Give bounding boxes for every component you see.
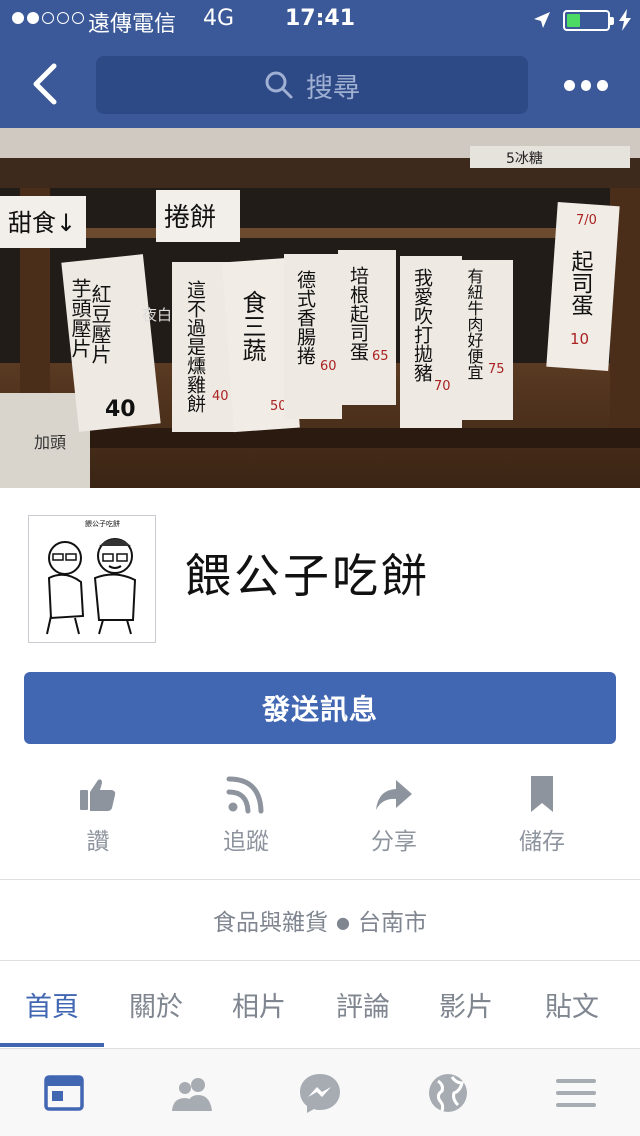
cover-sign-sweets: 甜食↓	[8, 209, 76, 237]
follow-button[interactable]: 追蹤	[186, 770, 306, 860]
svg-text:這不過是燻雞餅: 這不過是燻雞餅	[184, 280, 206, 413]
page-actions: 讚 追蹤 分享 儲存	[0, 770, 640, 860]
cover-menu-card-4: 德式香腸捲 60	[284, 254, 342, 419]
cover-night-text: 夜白	[142, 306, 172, 324]
share-label: 分享	[371, 829, 417, 855]
notifications-tab[interactable]	[426, 1071, 470, 1115]
globe-notifications-icon	[429, 1074, 467, 1112]
search-placeholder: 搜尋	[306, 72, 360, 104]
page-location[interactable]: 台南市	[358, 910, 427, 936]
tab-posts[interactable]: 貼文	[520, 985, 624, 1024]
messenger-icon	[300, 1074, 340, 1113]
divider	[0, 879, 640, 880]
profile-caption: 餵公子吃餅	[85, 519, 120, 528]
cover-sign-wraps: 捲餅	[164, 203, 216, 233]
cover-menu-card-5: 培根起司蛋 65	[338, 250, 396, 405]
cover-menu-card-6: 我愛吹打拋豬 70	[400, 256, 462, 428]
svg-text:7/0: 7/0	[576, 213, 597, 228]
rss-follow-icon	[226, 776, 264, 814]
svg-text:40: 40	[212, 389, 229, 404]
battery-icon	[563, 10, 614, 31]
svg-text:培根起司蛋: 培根起司蛋	[347, 266, 369, 361]
charging-bolt-icon	[619, 9, 631, 31]
cover-sign-bottom-left: 加頭	[34, 433, 66, 452]
bottom-navigation	[0, 1048, 640, 1136]
svg-text:60: 60	[320, 359, 337, 374]
top-bar: 遠傳電信 4G 17:41 搜尋	[0, 0, 640, 128]
cover-board-text: 5冰糖	[506, 151, 543, 167]
page-profile-picture[interactable]: 餵公子吃餅	[28, 515, 156, 643]
svg-text:40: 40	[105, 397, 136, 422]
svg-text:食三蔬: 食三蔬	[238, 290, 266, 362]
svg-text:65: 65	[372, 349, 389, 364]
bookmark-icon	[531, 776, 553, 812]
cover-menu-card-7: 有紐牛肉好便宜 75	[455, 260, 513, 420]
tab-videos[interactable]: 影片	[414, 985, 518, 1024]
tab-reviews[interactable]: 評論	[311, 985, 415, 1024]
svg-text:起司蛋: 起司蛋	[568, 250, 594, 316]
svg-text:75: 75	[488, 362, 505, 377]
cover-photo[interactable]: 加頭 5冰糖 甜食↓ 捲餅 紅豆壓片 芋頭壓片 40 這不過是燻雞餅 40 食三…	[0, 128, 640, 488]
share-button[interactable]: 分享	[334, 770, 454, 860]
like-label: 讚	[86, 829, 110, 855]
battery-level	[567, 14, 580, 27]
save-button[interactable]: 儲存	[482, 770, 602, 860]
tab-about[interactable]: 關於	[104, 985, 208, 1024]
page-tabs: 首頁 關於 相片 評論 影片 貼文	[0, 985, 640, 1047]
svg-text:芋頭壓片: 芋頭壓片	[68, 278, 92, 358]
news-feed-icon	[44, 1075, 84, 1111]
active-tab-indicator	[0, 1043, 104, 1047]
friends-tab[interactable]	[170, 1071, 214, 1115]
messenger-tab[interactable]	[298, 1071, 342, 1115]
status-bar: 遠傳電信 4G 17:41	[0, 0, 640, 40]
search-input[interactable]: 搜尋	[96, 56, 528, 114]
svg-text:70: 70	[434, 379, 451, 394]
like-button[interactable]: 讚	[38, 770, 158, 860]
back-chevron-icon[interactable]	[28, 62, 64, 106]
page-category-location: 食品與雜貨 ● 台南市	[213, 910, 427, 936]
send-message-button[interactable]: 發送訊息	[24, 672, 616, 744]
menu-icon	[556, 1079, 596, 1107]
divider	[0, 960, 640, 961]
location-arrow-icon	[534, 12, 550, 28]
tab-home[interactable]: 首頁	[0, 985, 104, 1024]
cover-menu-card-8: 7/0 起司蛋 10	[546, 202, 620, 371]
tab-photos[interactable]: 相片	[207, 985, 311, 1024]
news-feed-tab[interactable]	[42, 1071, 86, 1115]
svg-text:我愛吹打拋豬: 我愛吹打拋豬	[411, 268, 433, 383]
search-icon	[265, 71, 293, 99]
share-arrow-icon	[376, 780, 412, 810]
page-category[interactable]: 食品與雜貨	[213, 910, 328, 936]
svg-text:德式香腸捲: 德式香腸捲	[294, 270, 316, 365]
thumbs-up-icon	[80, 779, 116, 811]
follow-label: 追蹤	[223, 829, 269, 855]
menu-tab[interactable]	[554, 1071, 598, 1115]
svg-text:10: 10	[570, 330, 589, 348]
save-label: 儲存	[519, 829, 565, 855]
more-options-icon[interactable]	[564, 74, 609, 96]
page-title: 餵公子吃餅	[185, 549, 430, 603]
svg-text:有紐牛肉好便宜: 有紐牛肉好便宜	[465, 268, 484, 380]
friends-icon	[172, 1078, 212, 1111]
